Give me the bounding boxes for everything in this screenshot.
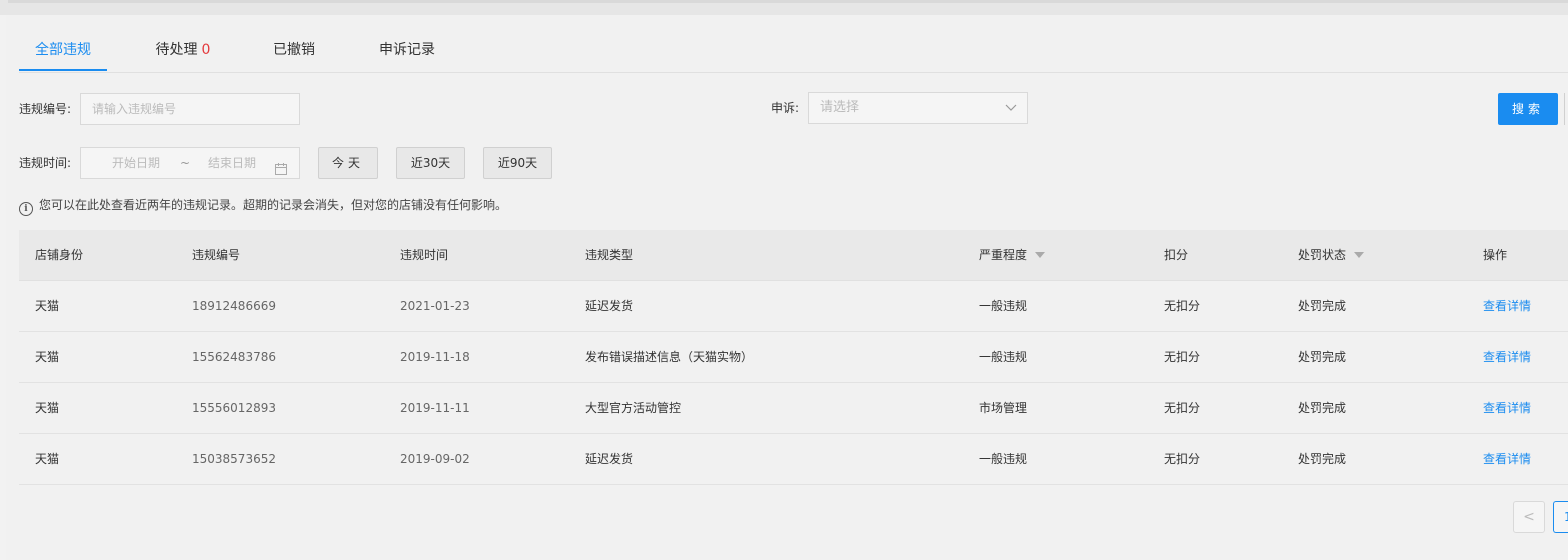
tab-label: 申诉记录 (379, 42, 435, 58)
store-identity: 天猫 (35, 350, 60, 364)
violation-time: 2021-01-23 (400, 299, 470, 313)
violation-type: 发布错误描述信息（天猫实物） (585, 350, 754, 364)
tab-label: 已撤销 (273, 42, 315, 58)
violation-time: 2019-11-18 (400, 350, 470, 364)
appeal-label: 申诉: (771, 101, 800, 115)
store-identity: 天猫 (35, 452, 60, 466)
penalty-status: 处罚完成 (1298, 299, 1347, 313)
violations-table: 店铺身份 违规编号 违规时间 违规类型 严重程度 扣分 处罚状态 操作 天猫 1… (19, 230, 1568, 485)
col-deduction: 扣分 (1164, 248, 1189, 262)
col-violation-no: 违规编号 (192, 248, 241, 262)
filter-icon[interactable] (1035, 251, 1046, 258)
violation-type: 大型官方活动管控 (585, 401, 682, 415)
top-bar-strip (8, 0, 1568, 3)
appeal-select[interactable]: 请选择 (808, 92, 1028, 124)
col-penalty-status: 处罚状态 (1298, 230, 1365, 280)
violation-time: 2019-09-02 (400, 452, 470, 466)
end-date-placeholder: 结束日期 (208, 156, 257, 170)
table-row: 天猫 15556012893 2019-11-11 大型官方活动管控 市场管理 … (19, 383, 1568, 434)
pending-count-badge: 0 (201, 42, 211, 58)
last-30-days-button[interactable]: 近30天 (396, 147, 465, 179)
button-edge (1564, 93, 1568, 125)
col-violation-type: 违规类型 (585, 248, 634, 262)
severity: 一般违规 (979, 452, 1028, 466)
table-row: 天猫 15038573652 2019-09-02 延迟发货 一般违规 无扣分 … (19, 434, 1568, 485)
start-date-placeholder: 开始日期 (112, 156, 161, 170)
range-separator: ~ (180, 156, 191, 170)
view-details-link[interactable]: 查看详情 (1483, 383, 1531, 433)
severity: 一般违规 (979, 299, 1028, 313)
tab-all-violations[interactable]: 全部违规 (19, 36, 107, 71)
col-severity: 严重程度 (979, 230, 1046, 280)
view-details-link[interactable]: 查看详情 (1483, 434, 1531, 484)
prev-page-button[interactable]: < (1513, 501, 1545, 533)
tab-bar: 全部违规 待处理 0 已撤销 申诉记录 (19, 36, 1568, 73)
table-row: 天猫 18912486669 2021-01-23 延迟发货 一般违规 无扣分 … (19, 281, 1568, 332)
penalty-status-label: 处罚状态 (1298, 248, 1347, 262)
table-row: 天猫 15562483786 2019-11-18 发布错误描述信息（天猫实物）… (19, 332, 1568, 383)
tab-label: 全部违规 (35, 42, 91, 58)
table-header: 店铺身份 违规编号 违规时间 违规类型 严重程度 扣分 处罚状态 操作 (19, 230, 1568, 281)
violation-time: 2019-11-11 (400, 401, 470, 415)
chevron-down-icon (1005, 93, 1017, 135)
penalty-status: 处罚完成 (1298, 452, 1347, 466)
violation-type: 延迟发货 (585, 299, 634, 313)
history-hint: i 您可以在此处查看近两年的违规记录。超期的记录会消失，但对您的店铺没有任何影响。 (19, 196, 508, 216)
col-actions: 操作 (1483, 248, 1508, 262)
tab-appeal-records[interactable]: 申诉记录 (379, 36, 435, 71)
penalty-status: 处罚完成 (1298, 401, 1347, 415)
calendar-icon (275, 156, 287, 175)
violation-type: 延迟发货 (585, 452, 634, 466)
deduction: 无扣分 (1164, 299, 1201, 313)
col-violation-time: 违规时间 (400, 248, 449, 262)
filter-icon[interactable] (1354, 251, 1365, 258)
violation-no-placeholder: 请输入违规编号 (92, 102, 177, 116)
severity: 市场管理 (979, 401, 1028, 415)
last-90-days-button[interactable]: 近90天 (483, 147, 552, 179)
store-identity: 天猫 (35, 401, 60, 415)
deduction: 无扣分 (1164, 401, 1201, 415)
violation-no: 15556012893 (192, 401, 276, 415)
violation-no: 15562483786 (192, 350, 276, 364)
store-identity: 天猫 (35, 299, 60, 313)
tab-label: 待处理 (155, 42, 198, 58)
violation-time-label: 违规时间: (19, 156, 72, 170)
deduction: 无扣分 (1164, 350, 1201, 364)
view-details-link[interactable]: 查看详情 (1483, 332, 1531, 382)
deduction: 无扣分 (1164, 452, 1201, 466)
violation-no-input[interactable]: 请输入违规编号 (80, 93, 300, 125)
penalty-status: 处罚完成 (1298, 350, 1347, 364)
top-bar (0, 0, 1568, 15)
violation-no-label: 违规编号: (19, 102, 72, 116)
violation-no: 18912486669 (192, 299, 276, 313)
violation-no: 15038573652 (192, 452, 276, 466)
current-page-button[interactable]: 1 (1553, 501, 1568, 533)
severity-label: 严重程度 (979, 248, 1028, 262)
severity: 一般违规 (979, 350, 1028, 364)
tab-revoked[interactable]: 已撤销 (273, 36, 315, 71)
view-details-link[interactable]: 查看详情 (1483, 281, 1531, 331)
search-button[interactable]: 搜索 (1498, 93, 1558, 125)
info-icon: i (19, 202, 33, 216)
appeal-placeholder: 请选择 (820, 100, 860, 115)
today-button[interactable]: 今天 (318, 147, 378, 179)
col-store-identity: 店铺身份 (35, 248, 84, 262)
hint-text: 您可以在此处查看近两年的违规记录。超期的记录会消失，但对您的店铺没有任何影响。 (39, 198, 508, 212)
date-range-picker[interactable]: 开始日期 ~ 结束日期 (80, 147, 300, 179)
tab-pending[interactable]: 待处理 0 (155, 36, 211, 71)
